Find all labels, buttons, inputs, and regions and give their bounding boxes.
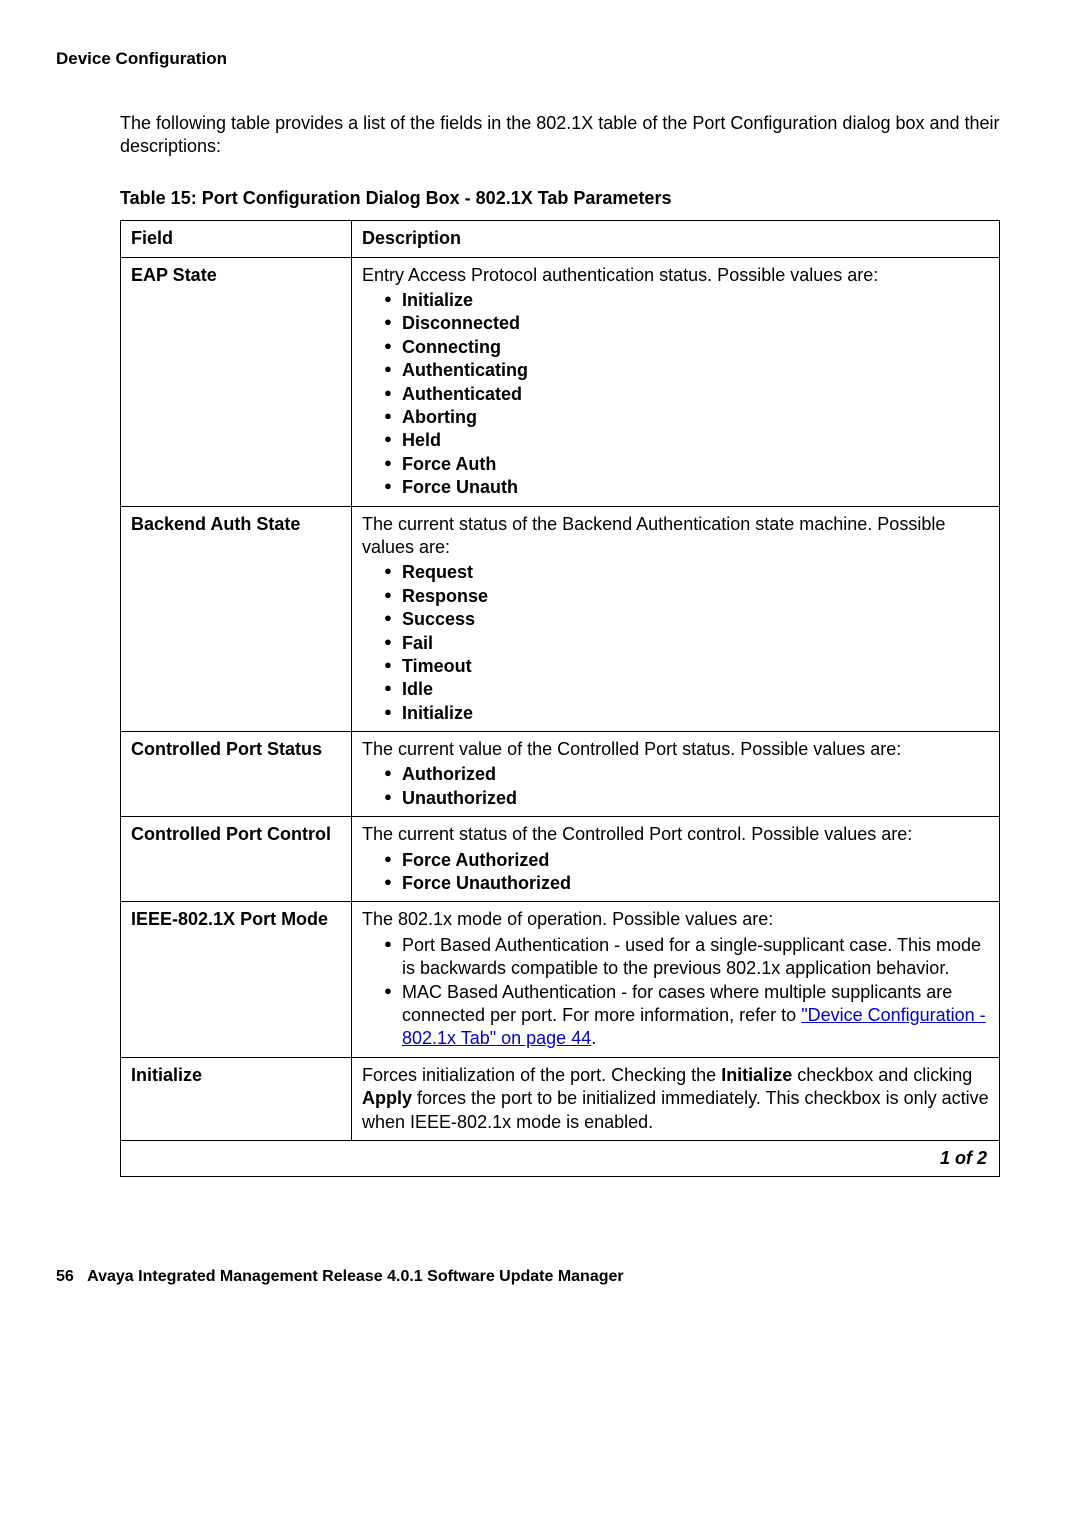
desc-intro: The current value of the Controlled Port… bbox=[362, 739, 901, 759]
desc-text: Forces initialization of the port. Check… bbox=[362, 1065, 721, 1085]
bullet-label: Force Unauthorized bbox=[402, 873, 571, 893]
bullet-list: Port Based Authentication - used for a s… bbox=[362, 934, 989, 1051]
bullet-label: Fail bbox=[402, 633, 433, 653]
list-item: Port Based Authentication - used for a s… bbox=[384, 934, 989, 981]
table-caption: Table 15: Port Configuration Dialog Box … bbox=[120, 187, 1024, 210]
list-item: Force Auth bbox=[384, 453, 989, 476]
description-cell: Forces initialization of the port. Check… bbox=[352, 1057, 1000, 1140]
intro-paragraph: The following table provides a list of t… bbox=[120, 112, 1024, 159]
desc-text: checkbox and clicking bbox=[792, 1065, 972, 1085]
table-pager-row: 1 of 2 bbox=[121, 1140, 1000, 1176]
bullet-label: Connecting bbox=[402, 337, 501, 357]
bullet-tail: . bbox=[591, 1028, 596, 1048]
description-cell: The current status of the Controlled Por… bbox=[352, 817, 1000, 902]
list-item: Disconnected bbox=[384, 312, 989, 335]
description-cell: The 802.1x mode of operation. Possible v… bbox=[352, 902, 1000, 1057]
list-item: Force Unauth bbox=[384, 476, 989, 499]
bullet-label: Aborting bbox=[402, 407, 477, 427]
list-item: Force Unauthorized bbox=[384, 872, 989, 895]
footer-page-number: 56 bbox=[56, 1268, 74, 1285]
list-item: Initialize bbox=[384, 702, 989, 725]
pager-cell: 1 of 2 bbox=[121, 1140, 1000, 1176]
desc-intro: The current status of the Controlled Por… bbox=[362, 824, 912, 844]
bullet-label: Initialize bbox=[402, 290, 473, 310]
header-field: Field bbox=[121, 221, 352, 257]
bullet-label: Force Auth bbox=[402, 454, 496, 474]
desc-bold: Apply bbox=[362, 1088, 412, 1108]
bullet-label: Disconnected bbox=[402, 313, 520, 333]
list-item: Connecting bbox=[384, 336, 989, 359]
table-row: Backend Auth State The current status of… bbox=[121, 506, 1000, 732]
section-title: Device Configuration bbox=[56, 48, 1024, 70]
description-cell: The current value of the Controlled Port… bbox=[352, 732, 1000, 817]
field-cell: Backend Auth State bbox=[121, 506, 352, 732]
list-item: Aborting bbox=[384, 406, 989, 429]
header-description: Description bbox=[352, 221, 1000, 257]
table-row: EAP State Entry Access Protocol authenti… bbox=[121, 257, 1000, 506]
bullet-list: Force Authorized Force Unauthorized bbox=[362, 849, 989, 896]
list-item: Unauthorized bbox=[384, 787, 989, 810]
footer-text: Avaya Integrated Management Release 4.0.… bbox=[87, 1268, 623, 1285]
table-header-row: Field Description bbox=[121, 221, 1000, 257]
field-cell: Initialize bbox=[121, 1057, 352, 1140]
list-item: Success bbox=[384, 608, 989, 631]
field-cell: Controlled Port Status bbox=[121, 732, 352, 817]
list-item: Response bbox=[384, 585, 989, 608]
field-cell: EAP State bbox=[121, 257, 352, 506]
desc-intro: Entry Access Protocol authentication sta… bbox=[362, 265, 878, 285]
bullet-list: Initialize Disconnected Connecting Authe… bbox=[362, 289, 989, 500]
bullet-label: Unauthorized bbox=[402, 788, 517, 808]
list-item: Force Authorized bbox=[384, 849, 989, 872]
list-item: Request bbox=[384, 561, 989, 584]
description-cell: The current status of the Backend Authen… bbox=[352, 506, 1000, 732]
list-item: Authorized bbox=[384, 763, 989, 786]
bullet-label: Force Authorized bbox=[402, 850, 549, 870]
bullet-label: Response bbox=[402, 586, 488, 606]
bullet-label: Timeout bbox=[402, 656, 472, 676]
table-row: Controlled Port Control The current stat… bbox=[121, 817, 1000, 902]
description-cell: Entry Access Protocol authentication sta… bbox=[352, 257, 1000, 506]
desc-intro: The 802.1x mode of operation. Possible v… bbox=[362, 909, 773, 929]
bullet-label: Force Unauth bbox=[402, 477, 518, 497]
bullet-list: Authorized Unauthorized bbox=[362, 763, 989, 810]
table-row: Controlled Port Status The current value… bbox=[121, 732, 1000, 817]
bullet-label: Idle bbox=[402, 679, 433, 699]
table-row: IEEE-802.1X Port Mode The 802.1x mode of… bbox=[121, 902, 1000, 1057]
bullet-label: Request bbox=[402, 562, 473, 582]
field-cell: IEEE-802.1X Port Mode bbox=[121, 902, 352, 1057]
table-row: Initialize Forces initialization of the … bbox=[121, 1057, 1000, 1140]
bullet-label: Authorized bbox=[402, 764, 496, 784]
bullet-list: Request Response Success Fail Timeout Id… bbox=[362, 561, 989, 725]
list-item: Held bbox=[384, 429, 989, 452]
bullet-text: Port Based Authentication - used for a s… bbox=[402, 935, 981, 978]
desc-bold: Initialize bbox=[721, 1065, 792, 1085]
bullet-label: Success bbox=[402, 609, 475, 629]
list-item: MAC Based Authentication - for cases whe… bbox=[384, 981, 989, 1051]
field-cell: Controlled Port Control bbox=[121, 817, 352, 902]
desc-text: forces the port to be initialized immedi… bbox=[362, 1088, 989, 1131]
list-item: Idle bbox=[384, 678, 989, 701]
list-item: Fail bbox=[384, 632, 989, 655]
list-item: Authenticated bbox=[384, 383, 989, 406]
bullet-label: Authenticated bbox=[402, 384, 522, 404]
bullet-label: Held bbox=[402, 430, 441, 450]
page-footer: 56 Avaya Integrated Management Release 4… bbox=[56, 1267, 1024, 1288]
list-item: Timeout bbox=[384, 655, 989, 678]
parameters-table: Field Description EAP State Entry Access… bbox=[120, 220, 1000, 1177]
desc-intro: The current status of the Backend Authen… bbox=[362, 514, 945, 557]
bullet-label: Authenticating bbox=[402, 360, 528, 380]
list-item: Initialize bbox=[384, 289, 989, 312]
list-item: Authenticating bbox=[384, 359, 989, 382]
bullet-label: Initialize bbox=[402, 703, 473, 723]
